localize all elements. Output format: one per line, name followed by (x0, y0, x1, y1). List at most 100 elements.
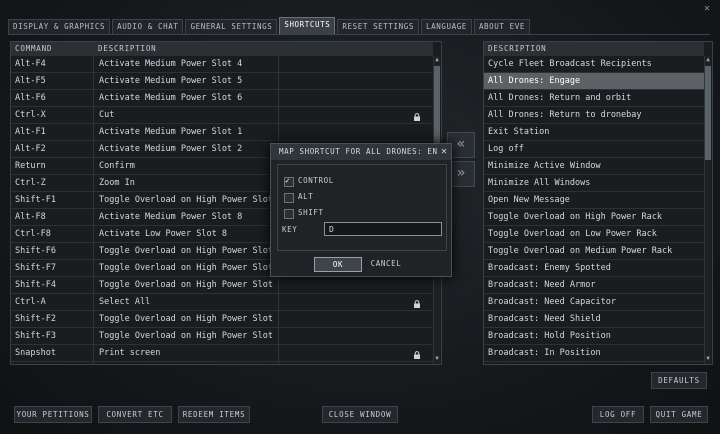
description-cell: Broadcast: In Position (488, 348, 601, 358)
scroll-up-icon[interactable]: ▲ (434, 57, 440, 63)
dialog-title: MAP SHORTCUT FOR ALL DRONES: EN (271, 144, 451, 160)
description-cell: Zoom In (99, 178, 135, 188)
command-cell: Shift-F6 (15, 246, 56, 256)
log-off-button[interactable]: LOG OFF (592, 406, 644, 423)
list-item[interactable]: Minimize All Windows (484, 175, 704, 192)
command-cell: Shift-F7 (15, 263, 56, 273)
command-cell: Ctrl-F8 (15, 229, 51, 239)
description-cell: Activate Medium Power Slot 1 (99, 127, 243, 137)
redeem-items-button[interactable]: REDEEM ITEMS (178, 406, 250, 423)
key-input[interactable]: D (324, 222, 442, 236)
description-cell: Cycle Fleet Broadcast Recipients (488, 59, 652, 69)
control-label: CONTROL (298, 176, 334, 185)
description-cell: Select All (99, 297, 151, 307)
command-cell: Ctrl-X (15, 110, 46, 120)
quit-game-button[interactable]: QUIT GAME (650, 406, 708, 423)
scroll-up-icon[interactable]: ▲ (705, 57, 711, 63)
list-item[interactable]: Toggle Overload on Medium Power Rack (484, 243, 704, 260)
list-item[interactable]: Broadcast: Need Capacitor (484, 294, 704, 311)
table-row[interactable]: Shift-F4 Toggle Overload on High Power Sl… (11, 277, 433, 294)
column-header-description[interactable]: DESCRIPTION (94, 42, 433, 56)
table-row[interactable]: Ctrl-A Select All (11, 294, 433, 311)
tab-language[interactable]: LANGUAGE (421, 19, 472, 35)
scrollbar-thumb[interactable] (705, 66, 711, 160)
ok-button[interactable]: OK (314, 257, 362, 272)
list-item[interactable]: Broadcast: Need Shield (484, 311, 704, 328)
tab-divider (8, 34, 710, 35)
tab-audio-chat[interactable]: AUDIO & CHAT (112, 19, 184, 35)
tab-shortcuts[interactable]: SHORTCUTS (279, 17, 336, 35)
description-cell: Minimize Active Window (488, 161, 601, 171)
close-window-button[interactable]: CLOSE WINDOW (322, 406, 398, 423)
description-cell: Broadcast: Need Armor (488, 280, 596, 290)
description-cell: Toggle Overload on High Power Slot 7 (99, 263, 277, 273)
tab-about-eve[interactable]: ABOUT EVE (473, 19, 530, 35)
list-item[interactable]: Cycle Fleet Broadcast Recipients (484, 56, 704, 73)
description-cell: Activate Medium Power Slot 8 (99, 212, 243, 222)
description-cell: Toggle Overload on Medium Power Rack (488, 246, 673, 256)
list-item[interactable]: Open New Message (484, 192, 704, 209)
list-item[interactable]: Broadcast: In Position (484, 345, 704, 362)
table-row[interactable]: Shift-F2 Toggle Overload on High Power Sl… (11, 311, 433, 328)
list-item[interactable]: All Drones: Return to dronebay (484, 107, 704, 124)
shift-checkbox[interactable] (284, 209, 294, 219)
command-cell: Shift-F4 (15, 280, 56, 290)
table-row[interactable]: Alt-F4 Activate Medium Power Slot 4 (11, 56, 433, 73)
description-cell: Open New Message (488, 195, 570, 205)
tab-general-settings[interactable]: GENERAL SETTINGS (185, 19, 278, 35)
description-cell: Activate Medium Power Slot 6 (99, 93, 243, 103)
command-cell: Alt-F4 (15, 59, 46, 69)
unassigned-commands-list: DESCRIPTION Cycle Fleet Broadcast Recipi… (483, 41, 713, 365)
list-item[interactable]: All Drones: Return and orbit (484, 90, 704, 107)
table-row[interactable]: Snapshot Print screen (11, 345, 433, 362)
command-cell: Alt-F2 (15, 144, 46, 154)
description-cell: Broadcast: Need Shield (488, 314, 601, 324)
description-cell: Minimize All Windows (488, 178, 591, 188)
scroll-down-icon[interactable]: ▼ (434, 356, 440, 362)
command-cell: Alt-F8 (15, 212, 46, 222)
column-header-description-right[interactable]: DESCRIPTION (484, 42, 704, 56)
list-item[interactable]: Broadcast: Hold Position (484, 328, 704, 345)
command-cell: Return (15, 161, 46, 171)
list-item[interactable]: Minimize Active Window (484, 158, 704, 175)
window-close-icon[interactable]: ✕ (704, 3, 710, 14)
column-header-command[interactable]: COMMAND (11, 42, 93, 56)
command-cell: Shift-F2 (15, 314, 56, 324)
alt-checkbox[interactable] (284, 193, 294, 203)
command-cell: Ctrl-Z (15, 178, 46, 188)
tab-display-graphics[interactable]: DISPLAY & GRAPHICS (8, 19, 111, 35)
unassigned-scrollbar[interactable]: ▲ ▼ (704, 56, 711, 364)
tab-reset-settings[interactable]: RESET SETTINGS (337, 19, 419, 35)
command-cell: Shift-F3 (15, 331, 56, 341)
description-cell: Toggle Overload on High Power Slot 4 (99, 280, 277, 290)
cancel-button[interactable]: CANCEL (364, 257, 408, 270)
list-item[interactable]: Toggle Overload on High Power Rack (484, 209, 704, 226)
control-checkbox[interactable] (284, 176, 294, 187)
your-petitions-button[interactable]: YOUR PETITIONS (14, 406, 92, 423)
lock-icon (413, 349, 421, 359)
list-item[interactable]: Broadcast: Need Armor (484, 277, 704, 294)
list-item[interactable]: Toggle Overload on Low Power Rack (484, 226, 704, 243)
list-item[interactable]: Broadcast: Enemy Spotted (484, 260, 704, 277)
description-cell: Toggle Overload on Low Power Rack (488, 229, 657, 239)
list-item[interactable]: All Drones: Engage (484, 73, 704, 90)
table-row[interactable]: Alt-F6 Activate Medium Power Slot 6 (11, 90, 433, 107)
list-item[interactable]: Exit Station (484, 124, 704, 141)
list-item[interactable]: Log off (484, 141, 704, 158)
dialog-options: CONTROL ALT SHIFT KEY D (277, 164, 447, 251)
settings-tab-bar: DISPLAY & GRAPHICS AUDIO & CHAT GENERAL SE… (8, 17, 530, 35)
scroll-down-icon[interactable]: ▼ (705, 356, 711, 362)
table-row[interactable]: Alt-F5 Activate Medium Power Slot 5 (11, 73, 433, 90)
table-row[interactable]: Alt-F1 Activate Medium Power Slot 1 (11, 124, 433, 141)
description-cell: Confirm (99, 161, 135, 171)
alt-label: ALT (298, 192, 314, 201)
defaults-button[interactable]: DEFAULTS (651, 372, 707, 389)
table-row[interactable]: Ctrl-X Cut (11, 107, 433, 124)
command-cell: Snapshot (15, 348, 56, 358)
description-cell: All Drones: Engage (488, 76, 581, 86)
dialog-close-icon[interactable]: ✕ (441, 144, 447, 160)
lock-icon (413, 298, 421, 308)
command-cell: Alt-F6 (15, 93, 46, 103)
convert-etc-button[interactable]: CONVERT ETC (98, 406, 172, 423)
table-row[interactable]: Shift-F3 Toggle Overload on High Power Sl… (11, 328, 433, 345)
